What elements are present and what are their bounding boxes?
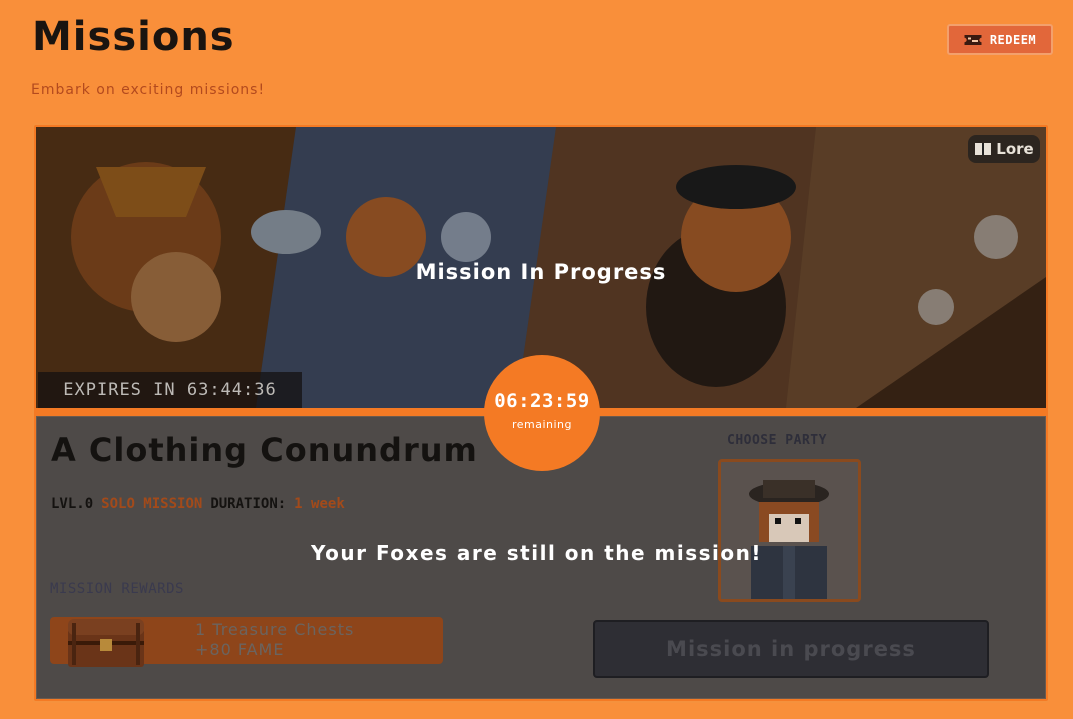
- reward-chests: 1 Treasure Chests: [195, 620, 355, 639]
- redeem-label: REDEEM: [989, 32, 1037, 47]
- lore-button[interactable]: Lore: [968, 135, 1040, 163]
- lore-label: Lore: [996, 140, 1034, 158]
- overlay-message: Your Foxes are still on the mission!: [311, 541, 762, 565]
- treasure-chest-icon: [68, 619, 144, 667]
- book-icon: [975, 143, 992, 155]
- page-title: Missions: [32, 14, 235, 60]
- expires-countdown: EXPIRES IN 63:44:36: [38, 372, 302, 408]
- mission-type: SOLO MISSION: [101, 496, 203, 512]
- party-slot[interactable]: [718, 459, 861, 602]
- timer-label: remaining: [511, 417, 573, 431]
- remaining-timer: 06:23:59 remaining: [484, 355, 600, 471]
- mission-meta: LVL.0 SOLO MISSION DURATION: 1 week: [51, 496, 345, 512]
- reward-list: 1 Treasure Chests +80 FAME: [195, 620, 354, 660]
- timer-value: 06:23:59: [494, 389, 590, 412]
- mission-level: LVL.0: [51, 496, 94, 512]
- page-subtitle: Embark on exciting missions!: [31, 82, 266, 98]
- duration-value: 1 week: [294, 496, 345, 512]
- duration-label: DURATION:: [210, 496, 287, 512]
- mission-status-title: Mission In Progress: [415, 260, 667, 284]
- mission-in-progress-button[interactable]: Mission in progress: [593, 620, 989, 678]
- reward-fame: +80 FAME: [195, 640, 285, 659]
- reward-item: 1 Treasure Chests +80 FAME: [50, 617, 443, 667]
- ticket-icon: [963, 34, 982, 45]
- redeem-button[interactable]: REDEEM: [947, 24, 1053, 55]
- choose-party-label: CHOOSE PARTY: [727, 433, 827, 448]
- fox-avatar: [721, 462, 858, 599]
- rewards-label: MISSION REWARDS: [50, 581, 184, 597]
- mission-name: A Clothing Conundrum: [51, 431, 478, 469]
